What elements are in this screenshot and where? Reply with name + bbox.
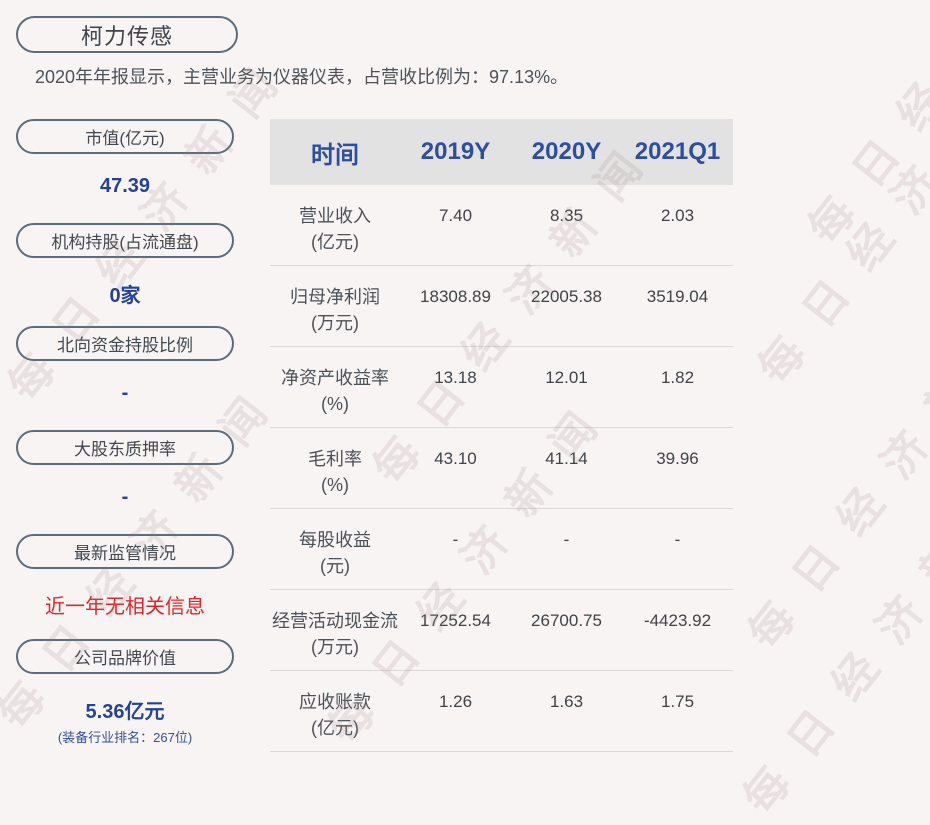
cell-value: 43.10: [434, 449, 477, 468]
cell-value: 2.03: [660, 206, 695, 225]
cell-value: 13.18: [434, 368, 477, 387]
stat-value: 47.39: [99, 175, 151, 197]
cell-value: 1.63: [549, 692, 584, 711]
row-label: 归母净利润 (万元): [270, 284, 400, 346]
company-name-pill: 柯力传感: [16, 16, 238, 53]
stat-label: 北向资金持股比例: [57, 336, 193, 355]
table-row-eps: 每股收益 (元) - - -: [270, 509, 733, 590]
row-label: 应收账款 (亿元): [270, 689, 400, 751]
indicator-name: 经营活动现金流: [272, 611, 398, 631]
stat-value: -: [121, 486, 129, 508]
stat-sub-value: (装备行业排名：267位): [57, 730, 193, 745]
cell-value: 1.82: [660, 368, 695, 387]
stat-institutional-holding: 机构持股(占流通盘) 0家: [16, 223, 234, 308]
table-row-roe: 净资产收益率 (%) 13.18 12.01 1.82: [270, 347, 733, 428]
indicator-name: 应收账款: [299, 692, 371, 712]
infographic-root: { "branding": { "watermark": "每日经济新闻" },…: [0, 0, 930, 823]
stat-value: 0家: [109, 285, 141, 307]
indicator-unit: (亿元): [311, 232, 359, 252]
cell-value: 18308.89: [420, 287, 491, 306]
table-header-row: 时间 2019Y 2020Y 2021Q1: [270, 119, 733, 185]
column-header-2019y: 2019Y: [420, 138, 491, 165]
indicator-unit: (%): [321, 475, 349, 495]
stat-label: 机构持股(占流通盘): [51, 233, 199, 252]
indicator-unit: (万元): [311, 313, 359, 333]
row-label: 每股收益 (元): [270, 527, 400, 589]
stat-pledge-ratio-pill: 大股东质押率: [16, 430, 234, 465]
cell-value: 1.26: [438, 692, 473, 711]
stat-label: 大股东质押率: [74, 440, 176, 459]
financial-table: 时间 2019Y 2020Y 2021Q1 营业收入 (亿元) 7.40 8.3…: [270, 119, 733, 752]
cell-value: 26700.75: [531, 611, 602, 630]
row-label: 净资产收益率 (%): [270, 365, 400, 427]
cell-value: 7.40: [438, 206, 473, 225]
stat-northbound-holding-pill: 北向资金持股比例: [16, 326, 234, 361]
brand-watermark: 每日经济新闻: [749, 22, 930, 394]
table-row-gross-margin: 毛利率 (%) 43.10 41.14 39.96: [270, 428, 733, 509]
table-row-net-profit: 归母净利润 (万元) 18308.89 22005.38 3519.04: [270, 266, 733, 347]
stat-institutional-holding-pill: 机构持股(占流通盘): [16, 223, 234, 258]
column-header-2021q1: 2021Q1: [634, 138, 721, 165]
indicator-name: 每股收益: [299, 530, 371, 550]
stat-regulation: 最新监管情况 近一年无相关信息: [16, 534, 234, 619]
stat-pledge-ratio: 大股东质押率 -: [16, 430, 234, 509]
brand-watermark: 每日经济新闻: [739, 287, 930, 659]
indicator-name: 归母净利润: [290, 287, 380, 307]
company-name: 柯力传感: [80, 23, 173, 49]
column-header-time: 时间: [311, 141, 359, 169]
stat-label: 市值(亿元): [85, 129, 165, 148]
cell-value: 41.14: [545, 449, 588, 468]
stat-regulation-pill: 最新监管情况: [16, 534, 234, 569]
cell-value: -: [452, 530, 459, 549]
table-row-receivables: 应收账款 (亿元) 1.26 1.63 1.75: [270, 671, 733, 752]
indicator-unit: (亿元): [311, 718, 359, 738]
stat-northbound-holding: 北向资金持股比例 -: [16, 326, 234, 405]
stat-brand-value-pill: 公司品牌价值: [16, 639, 234, 674]
stat-label: 最新监管情况: [74, 544, 176, 563]
indicator-unit: (元): [320, 556, 350, 576]
row-label: 毛利率 (%): [270, 446, 400, 508]
stat-brand-value: 公司品牌价值 5.36亿元 (装备行业排名：267位): [16, 639, 234, 746]
cell-value: 22005.38: [531, 287, 602, 306]
indicator-name: 营业收入: [299, 206, 371, 226]
stat-value: 5.36亿元: [85, 701, 165, 723]
row-label: 营业收入 (亿元): [270, 203, 400, 265]
stat-value-alert: 近一年无相关信息: [45, 596, 205, 618]
stat-market-cap-pill: 市值(亿元): [16, 119, 234, 154]
indicator-unit: (万元): [311, 637, 359, 657]
stat-label: 公司品牌价值: [74, 649, 176, 668]
cell-value: 8.35: [549, 206, 584, 225]
stat-market-cap: 市值(亿元) 47.39: [16, 119, 234, 198]
column-header-2020y: 2020Y: [531, 138, 602, 165]
table-row-revenue: 营业收入 (亿元) 7.40 8.35 2.03: [270, 185, 733, 266]
cell-value: 3519.04: [646, 287, 709, 306]
cell-value: 17252.54: [420, 611, 491, 630]
table-row-operating-cashflow: 经营活动现金流 (万元) 17252.54 26700.75 -4423.92: [270, 590, 733, 671]
indicator-name: 毛利率: [308, 449, 362, 469]
cell-value: 12.01: [545, 368, 588, 387]
brand-watermark: 每日经济新闻: [734, 452, 930, 824]
cell-value: -4423.92: [643, 611, 712, 630]
row-label: 经营活动现金流 (万元): [270, 608, 400, 670]
indicator-name: 净资产收益率: [281, 368, 389, 388]
company-description: 2020年年报显示，主营业务为仪器仪表，占营收比例为：97.13%。: [35, 67, 569, 87]
cell-value: -: [563, 530, 570, 549]
cell-value: 1.75: [660, 692, 695, 711]
stat-value: -: [121, 382, 129, 404]
cell-value: 39.96: [656, 449, 699, 468]
brand-watermark: 每日经济新闻: [799, 0, 930, 254]
indicator-unit: (%): [321, 394, 349, 414]
cell-value: -: [674, 530, 681, 549]
